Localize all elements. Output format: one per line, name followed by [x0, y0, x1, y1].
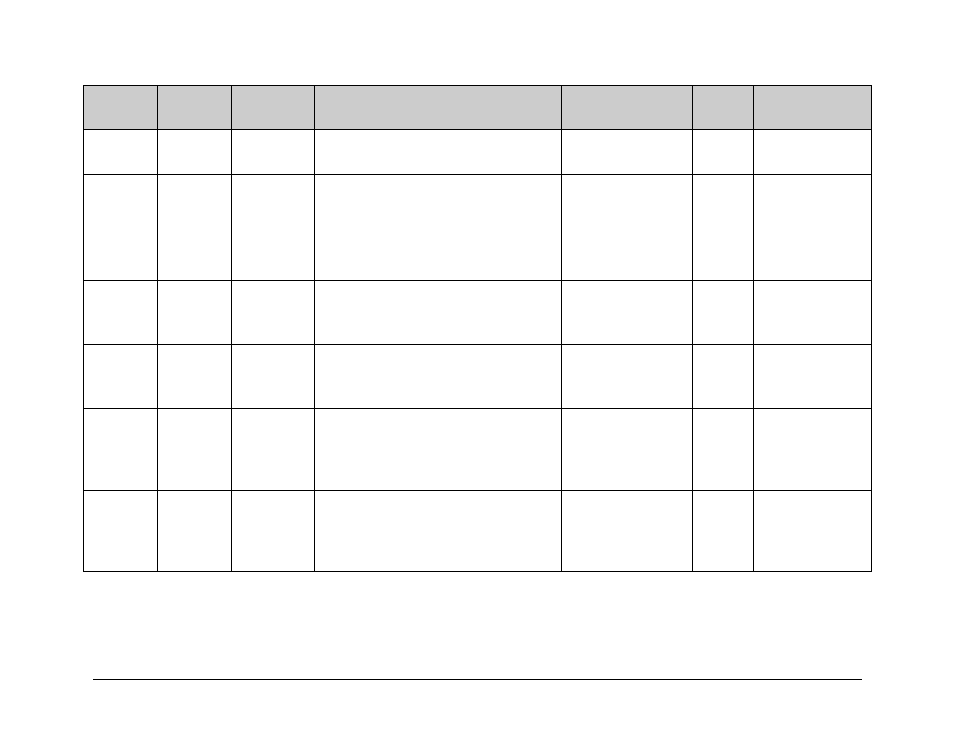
- table-cell: [232, 491, 315, 572]
- table-cell: [562, 130, 693, 175]
- table-cell: [232, 345, 315, 409]
- table-cell: [315, 175, 562, 281]
- table-cell: [158, 175, 232, 281]
- table-cell: [754, 175, 872, 281]
- table-cell: [158, 130, 232, 175]
- table-cell: [693, 281, 754, 345]
- table-cell: [562, 345, 693, 409]
- table-cell: [754, 491, 872, 572]
- table-cell: [232, 281, 315, 345]
- table-row: [84, 409, 872, 491]
- table-cell: [315, 345, 562, 409]
- table-cell: [232, 130, 315, 175]
- table-cell: [562, 281, 693, 345]
- table-cell: [693, 175, 754, 281]
- table-row: [84, 345, 872, 409]
- table-header-cell: [562, 86, 693, 130]
- table-cell: [232, 175, 315, 281]
- table-cell: [84, 491, 158, 572]
- table-cell: [562, 175, 693, 281]
- table-cell: [232, 409, 315, 491]
- table-cell: [315, 281, 562, 345]
- table-cell: [158, 409, 232, 491]
- table-cell: [158, 491, 232, 572]
- table-cell: [693, 130, 754, 175]
- table-header-cell: [232, 86, 315, 130]
- table-cell: [693, 345, 754, 409]
- table-cell: [562, 409, 693, 491]
- table-cell: [84, 281, 158, 345]
- table-cell: [754, 281, 872, 345]
- table-cell: [158, 345, 232, 409]
- table-header-cell: [693, 86, 754, 130]
- table-header-cell: [84, 86, 158, 130]
- table-cell: [315, 491, 562, 572]
- table-cell: [158, 281, 232, 345]
- table-cell: [84, 409, 158, 491]
- footer-divider: [93, 679, 862, 680]
- table-cell: [693, 409, 754, 491]
- page: [0, 0, 954, 738]
- table-cell: [315, 130, 562, 175]
- table-cell: [84, 130, 158, 175]
- table-header-row: [84, 86, 872, 130]
- table-cell: [754, 345, 872, 409]
- table-row: [84, 175, 872, 281]
- table-header-cell: [754, 86, 872, 130]
- table-row: [84, 491, 872, 572]
- table-header-cell: [315, 86, 562, 130]
- table-cell: [693, 491, 754, 572]
- table-cell: [562, 491, 693, 572]
- table-row: [84, 281, 872, 345]
- data-table: [83, 85, 872, 572]
- table-header-cell: [158, 86, 232, 130]
- table-row: [84, 130, 872, 175]
- table-cell: [84, 345, 158, 409]
- table-cell: [754, 130, 872, 175]
- table-cell: [84, 175, 158, 281]
- table-cell: [754, 409, 872, 491]
- table-cell: [315, 409, 562, 491]
